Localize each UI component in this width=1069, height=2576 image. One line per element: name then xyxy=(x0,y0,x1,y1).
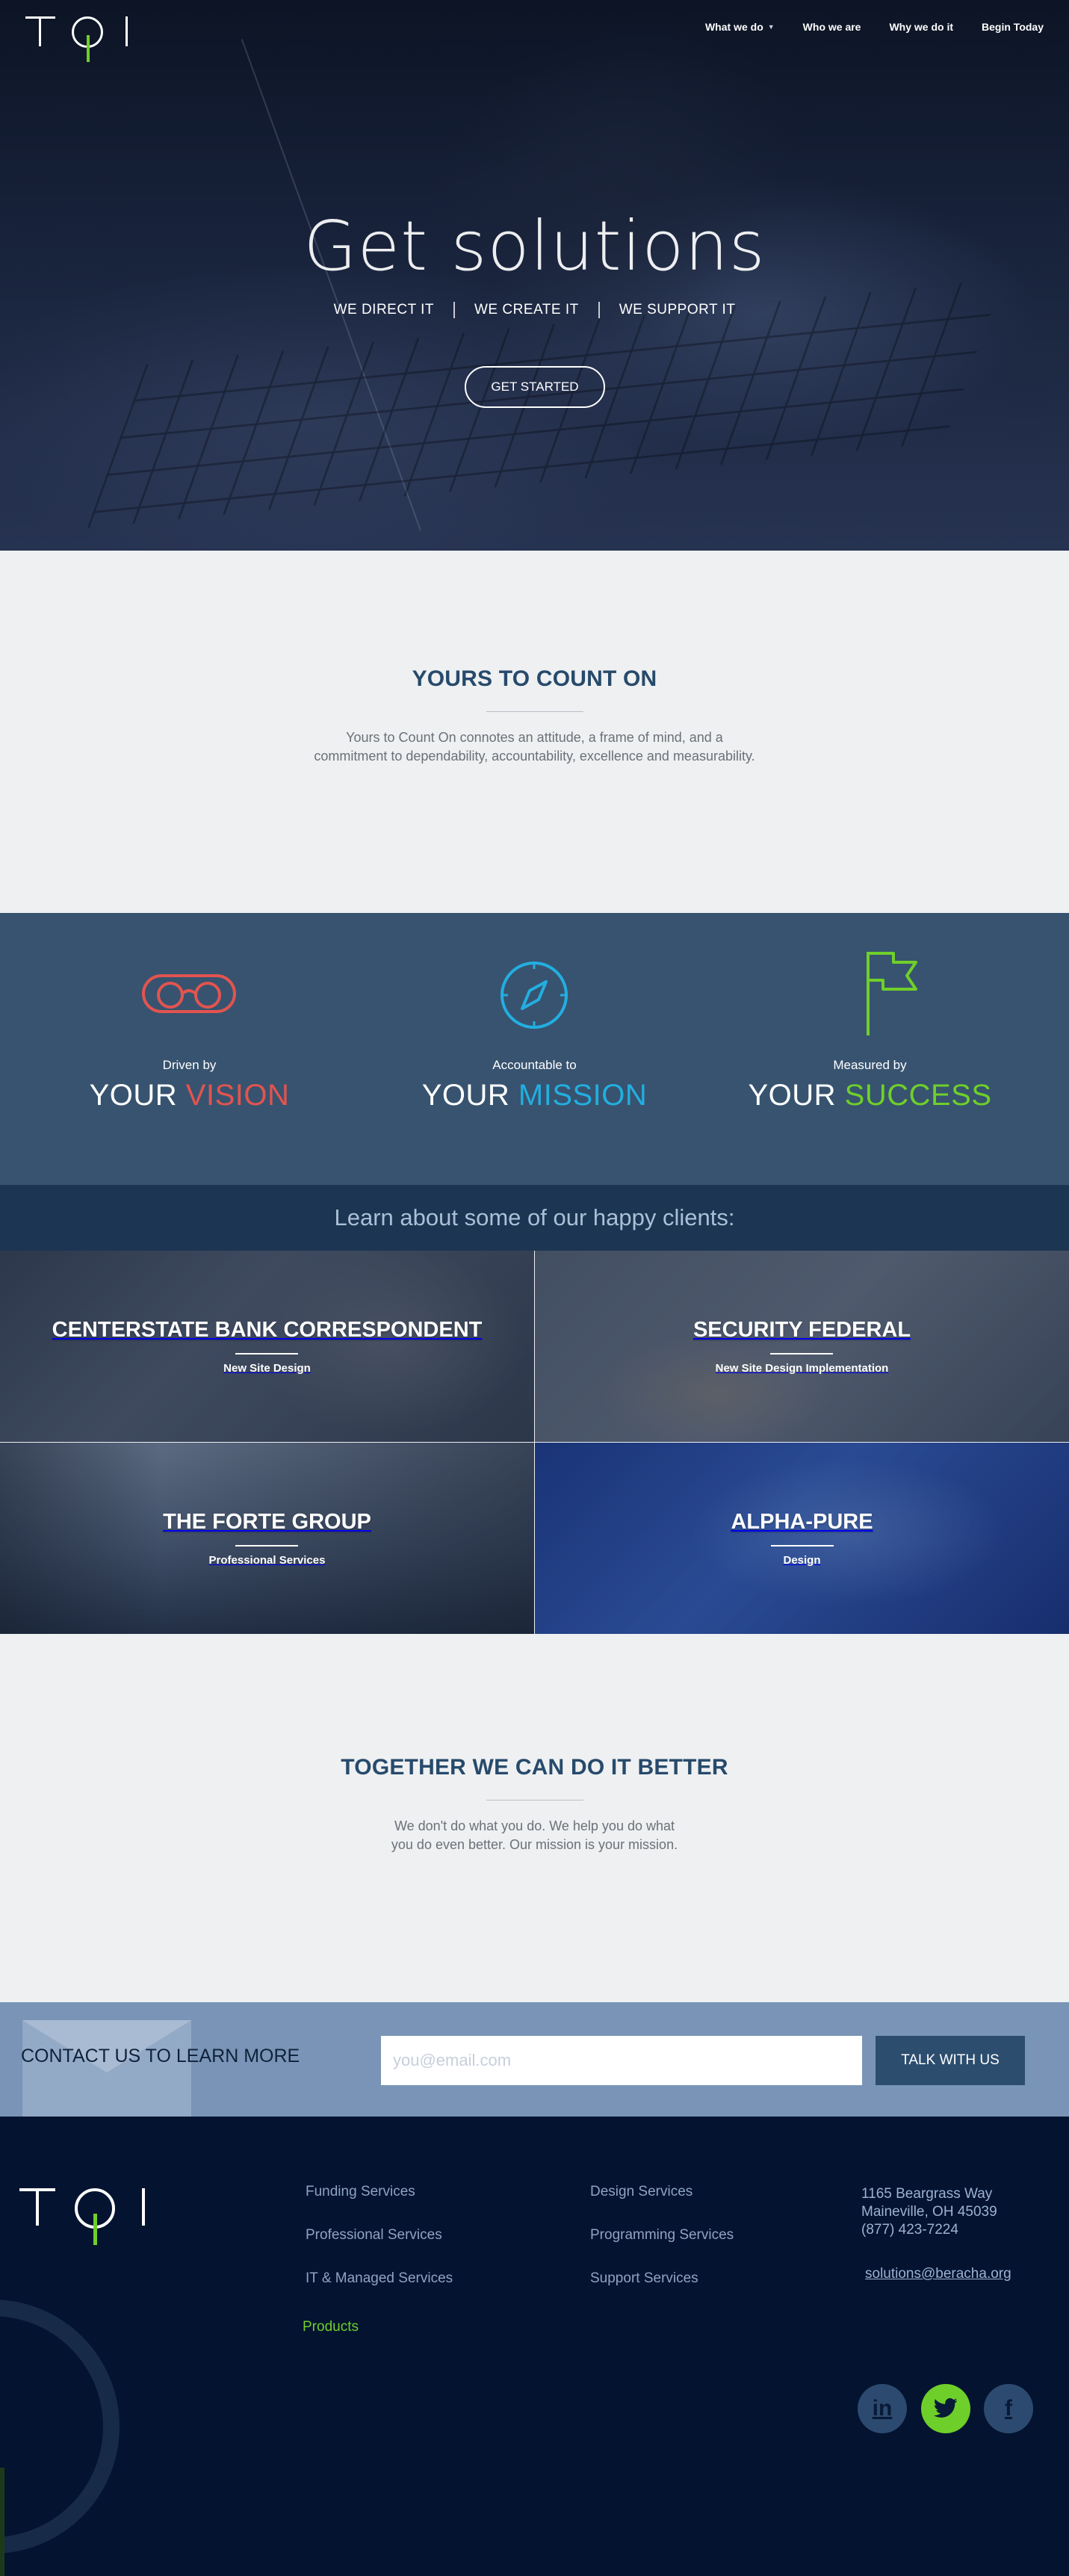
divider xyxy=(770,1545,834,1546)
talk-with-us-button[interactable]: TALK WITH US xyxy=(876,2036,1025,2085)
divider xyxy=(235,1353,299,1354)
client-service: New Site Design Implementation xyxy=(715,1362,889,1375)
get-started-button[interactable]: GET STARTED xyxy=(465,366,605,408)
decorative-arc xyxy=(0,2300,120,2554)
page: What we do ▼ Who we are Why we do it Beg… xyxy=(0,0,1069,2576)
email-field[interactable] xyxy=(381,2036,862,2085)
client-service: New Site Design xyxy=(223,1362,311,1375)
client-service: Design xyxy=(783,1554,821,1567)
client-name: CENTERSTATE BANK CORRESPONDENT xyxy=(52,1318,483,1342)
main-nav: What we do ▼ Who we are Why we do it Beg… xyxy=(705,21,1044,33)
twitter-icon[interactable] xyxy=(921,2384,970,2433)
divider xyxy=(770,1353,834,1354)
footer-link-it-managed-services[interactable]: IT & Managed Services xyxy=(306,2270,453,2287)
client-name: SECURITY FEDERAL xyxy=(692,1318,911,1342)
intro-section: YOURS TO COUNT ON Yours to Count On conn… xyxy=(0,551,1069,913)
address-line: Maineville, OH 45039 xyxy=(861,2204,997,2220)
together-section: TOGETHER WE CAN DO IT BETTER We don't do… xyxy=(0,1634,1069,2002)
hero-tag: WE CREATE IT xyxy=(453,302,598,318)
nav-why-we-do-it[interactable]: Why we do it xyxy=(889,21,953,33)
hero-tag: WE DIRECT IT xyxy=(333,302,434,318)
together-body-line: We don't do what you do. We help you do … xyxy=(394,1818,675,1833)
value-word: VISION xyxy=(185,1079,290,1112)
nav-label: Who we are xyxy=(802,21,861,33)
hero-title: Get solutions xyxy=(303,206,766,286)
glasses-icon xyxy=(142,974,236,1013)
value-caption: Driven by xyxy=(162,1058,217,1072)
phone-number[interactable]: (877) 423-7224 xyxy=(861,2221,997,2239)
linkedin-icon[interactable]: in xyxy=(858,2384,907,2433)
footer-link-design-services[interactable]: Design Services xyxy=(590,2184,692,2200)
compass-icon xyxy=(501,962,568,1029)
value-headline: YOUR SUCCESS xyxy=(692,1079,1048,1112)
value-prefix: YOUR xyxy=(89,1079,178,1112)
intro-body-line: Yours to Count On connotes an attitude, … xyxy=(346,730,723,745)
address-line: 1165 Beargrass Way xyxy=(861,2186,993,2202)
divider xyxy=(235,1545,299,1546)
value-prefix: YOUR xyxy=(748,1079,837,1112)
client-tile-alpha-pure[interactable]: ALPHA-PURE Design xyxy=(535,1443,1069,1634)
divider xyxy=(486,711,583,712)
envelope-icon xyxy=(22,2020,191,2117)
value-mission: Accountable to YOUR MISSION xyxy=(356,913,713,1185)
value-caption: Accountable to xyxy=(492,1058,577,1072)
twitter-bird-icon xyxy=(933,2397,958,2418)
tqi-logo[interactable] xyxy=(25,16,128,63)
tqi-logo[interactable] xyxy=(19,2188,145,2245)
nav-label: Begin Today xyxy=(982,21,1044,33)
value-headline: YOUR VISION xyxy=(11,1079,368,1112)
footer-link-products[interactable]: Products xyxy=(303,2319,359,2335)
client-service: Professional Services xyxy=(208,1554,326,1567)
flag-icon xyxy=(867,952,917,1035)
client-tile-security-federal[interactable]: SECURITY FEDERAL New Site Design Impleme… xyxy=(535,1251,1069,1442)
intro-body-line: commitment to dependability, accountabil… xyxy=(314,749,755,764)
client-name: ALPHA-PURE xyxy=(731,1510,873,1534)
hero-tag: WE SUPPORT IT xyxy=(598,302,755,318)
footer-address: 1165 Beargrass Way Maineville, OH 45039 … xyxy=(861,2185,997,2239)
nav-what-we-do[interactable]: What we do ▼ xyxy=(705,21,775,33)
clients-heading: Learn about some of our happy clients: xyxy=(0,1185,1069,1251)
contact-section: CONTACT US TO LEARN MORE TALK WITH US xyxy=(0,2002,1069,2117)
client-tile-forte-group[interactable]: THE FORTE GROUP Professional Services xyxy=(0,1443,534,1634)
nav-begin-today[interactable]: Begin Today xyxy=(982,21,1044,33)
intro-heading: YOURS TO COUNT ON xyxy=(412,666,657,691)
footer: Funding Services Professional Services I… xyxy=(0,2117,1069,2576)
nav-label: Why we do it xyxy=(889,21,954,33)
footer-link-professional-services[interactable]: Professional Services xyxy=(306,2227,442,2244)
contact-label: CONTACT US TO LEARN MORE xyxy=(21,2046,300,2066)
footer-email-link[interactable]: solutions@beracha.org xyxy=(865,2266,1011,2282)
footer-link-programming-services[interactable]: Programming Services xyxy=(590,2227,734,2244)
value-success: Measured by YOUR SUCCESS xyxy=(692,913,1048,1185)
hero-tagline: WE DIRECT IT WE CREATE IT WE SUPPORT IT xyxy=(0,302,1069,318)
value-prefix: YOUR xyxy=(421,1079,510,1112)
nav-who-we-are[interactable]: Who we are xyxy=(803,21,861,33)
hero-section: What we do ▼ Who we are Why we do it Beg… xyxy=(0,0,1069,551)
together-heading: TOGETHER WE CAN DO IT BETTER xyxy=(341,1755,728,1780)
client-tile-centerstate[interactable]: CENTERSTATE BANK CORRESPONDENT New Site … xyxy=(0,1251,534,1442)
chevron-down-icon: ▼ xyxy=(767,23,775,31)
footer-link-funding-services[interactable]: Funding Services xyxy=(306,2184,415,2200)
together-body-line: you do even better. Our mission is your … xyxy=(391,1837,678,1852)
value-caption: Measured by xyxy=(833,1058,907,1072)
divider xyxy=(486,1800,583,1801)
client-name: THE FORTE GROUP xyxy=(163,1510,371,1534)
footer-link-support-services[interactable]: Support Services xyxy=(590,2270,698,2287)
nav-label: What we do xyxy=(704,21,763,33)
value-vision: Driven by YOUR VISION xyxy=(11,913,368,1185)
value-headline: YOUR MISSION xyxy=(356,1079,713,1112)
facebook-icon[interactable]: f xyxy=(984,2384,1033,2433)
value-word: SUCCESS xyxy=(844,1079,992,1112)
values-section: Driven by YOUR VISION Accountable to YOU… xyxy=(0,913,1069,1185)
value-word: MISSION xyxy=(518,1079,648,1112)
